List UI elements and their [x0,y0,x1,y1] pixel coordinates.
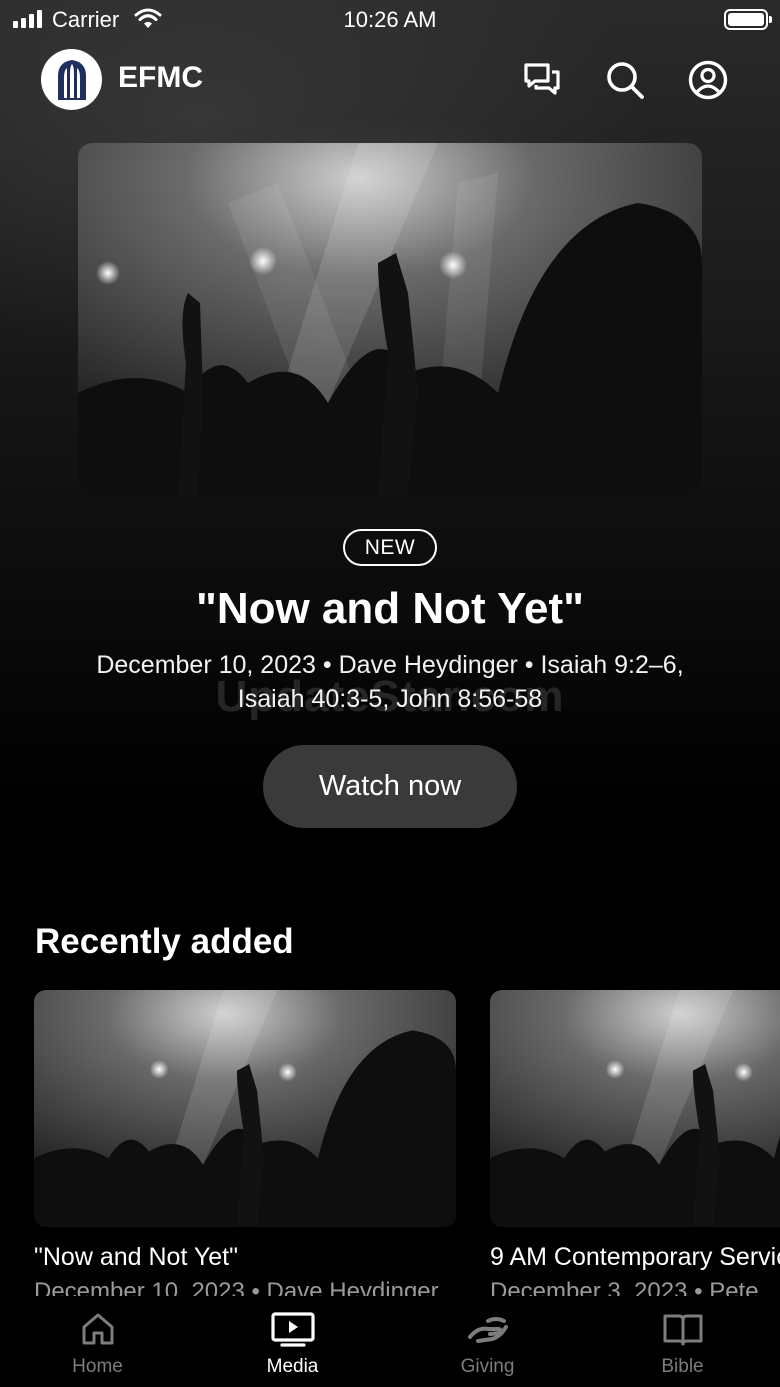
media-icon [270,1312,315,1347]
chat-icon[interactable] [520,58,564,102]
hero-thumbnail[interactable] [78,143,702,495]
church-window-icon [57,59,86,100]
tab-label: Giving [460,1356,515,1377]
hero-title: "Now and Not Yet" [195,584,585,633]
church-logo[interactable] [41,49,102,110]
battery-icon [724,9,772,30]
section-title-recently-added: Recently added [35,922,294,961]
media-card-title: "Now and Not Yet" [34,1243,238,1271]
tab-bible[interactable]: Bible [585,1296,780,1387]
tab-label: Home [72,1356,123,1377]
home-icon [82,1313,113,1345]
status-time: 10:26 AM [343,7,437,32]
search-icon[interactable] [603,58,647,102]
tab-label: Bible [661,1356,704,1377]
media-thumbnail [34,990,456,1227]
profile-icon[interactable] [686,58,730,102]
status-bar: Carrier 10:26 AM [0,0,780,40]
media-card-title: 9 AM Contemporary Service [490,1243,780,1271]
media-card[interactable]: 9 AM Contemporary Service December 3, 20… [490,990,780,1306]
media-card[interactable]: "Now and Not Yet" December 10, 2023 • Da… [34,990,456,1306]
tab-label: Media [266,1356,319,1377]
bible-icon [663,1314,702,1346]
tab-giving[interactable]: Giving [390,1296,585,1387]
tab-bar: Home Media Giving Bible [0,1296,780,1387]
tab-home[interactable]: Home [0,1296,195,1387]
app-brand: EFMC [118,61,203,94]
new-badge: NEW [343,529,437,566]
watermark: UpdateStar.com [215,672,565,721]
watch-now-button[interactable]: Watch now [263,745,517,828]
tab-media[interactable]: Media [195,1296,390,1387]
media-thumbnail [490,990,780,1227]
giving-icon [467,1317,508,1343]
